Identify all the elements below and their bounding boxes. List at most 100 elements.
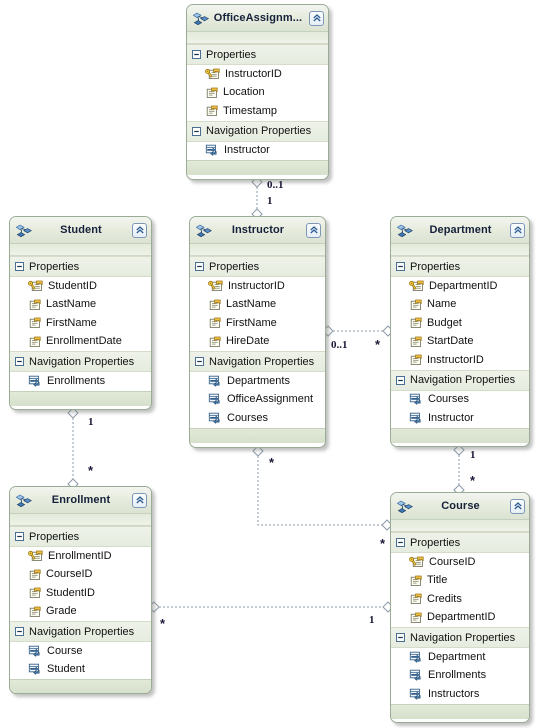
entity-header-course[interactable]: Course bbox=[391, 493, 529, 520]
property-name: LastName bbox=[46, 298, 97, 311]
properties-section-header[interactable]: Properties bbox=[10, 526, 151, 547]
entity-header-spacer bbox=[10, 514, 151, 526]
collapse-button[interactable] bbox=[132, 222, 147, 238]
navigation-property-row[interactable]: OfficeAssignment bbox=[190, 390, 325, 409]
property-row[interactable]: Budget bbox=[391, 314, 529, 333]
property-row[interactable]: Location bbox=[187, 83, 328, 102]
navigation-property-name: Instructors bbox=[428, 687, 480, 700]
properties-section-header[interactable]: Properties bbox=[10, 256, 151, 277]
section-label: Navigation Properties bbox=[209, 355, 315, 368]
property-row[interactable]: Grade bbox=[10, 602, 151, 621]
property-row[interactable]: HireDate bbox=[190, 332, 325, 351]
navigation-property-name: Enrollments bbox=[47, 374, 106, 387]
property-row[interactable]: InstructorID bbox=[187, 65, 328, 84]
navigation-property-icon bbox=[208, 375, 222, 388]
navigation-property-row[interactable]: Instructors bbox=[391, 685, 529, 704]
entity-header-spacer bbox=[391, 244, 529, 256]
minus-box-icon bbox=[396, 262, 405, 271]
property-row[interactable]: InstructorID bbox=[190, 277, 325, 296]
navigation-property-row[interactable]: Courses bbox=[190, 409, 325, 428]
collapse-button[interactable] bbox=[309, 10, 324, 26]
property-name: Location bbox=[223, 86, 265, 99]
entity-icon bbox=[15, 493, 33, 508]
navigation-property-row[interactable]: Courses bbox=[391, 390, 529, 409]
property-row[interactable]: LastName bbox=[10, 295, 151, 314]
property-row[interactable]: FirstName bbox=[10, 314, 151, 333]
entity-box-enrollment[interactable]: Enrollment Properties EnrollmentID CourseID… bbox=[9, 486, 152, 694]
property-row[interactable]: CourseID bbox=[391, 553, 529, 572]
collapse-button[interactable] bbox=[510, 498, 525, 514]
navigation-property-row[interactable]: Student bbox=[10, 660, 151, 679]
entity-header-instructor[interactable]: Instructor bbox=[190, 217, 325, 244]
property-row[interactable]: StudentID bbox=[10, 584, 151, 603]
scalar-property-icon bbox=[208, 336, 221, 348]
entity-box-student[interactable]: Student Properties StudentID LastName FirstN… bbox=[9, 216, 152, 410]
property-name: FirstName bbox=[46, 316, 97, 329]
entity-box-office-assignment[interactable]: OfficeAssignm... Properties InstructorID Lo… bbox=[186, 4, 329, 180]
entity-header-department[interactable]: Department bbox=[391, 217, 529, 244]
property-row[interactable]: EnrollmentID bbox=[10, 547, 151, 566]
navigation-property-row[interactable]: Department bbox=[391, 648, 529, 667]
navigation-properties-section-header[interactable]: Navigation Properties bbox=[391, 627, 529, 648]
property-name: Timestamp bbox=[223, 104, 277, 117]
collapse-button[interactable] bbox=[132, 492, 147, 508]
property-row[interactable]: CourseID bbox=[10, 565, 151, 584]
navigation-property-row[interactable]: Instructor bbox=[391, 409, 529, 428]
section-label: Properties bbox=[29, 530, 80, 543]
property-row[interactable]: InstructorID bbox=[391, 351, 529, 370]
navigation-properties-section-header[interactable]: Navigation Properties bbox=[190, 351, 325, 372]
property-row[interactable]: FirstName bbox=[190, 314, 325, 333]
property-name: CourseID bbox=[46, 568, 93, 581]
properties-section-header[interactable]: Properties bbox=[391, 256, 529, 277]
multiplicity-label-enrollment-course-from: * bbox=[160, 616, 166, 631]
property-row[interactable]: LastName bbox=[190, 295, 325, 314]
property-name: EnrollmentDate bbox=[46, 335, 122, 348]
collapse-button[interactable] bbox=[510, 222, 525, 238]
minus-box-icon bbox=[195, 262, 204, 271]
property-name: EnrollmentID bbox=[48, 549, 112, 562]
navigation-property-icon bbox=[208, 412, 222, 425]
property-row[interactable]: Title bbox=[391, 571, 529, 590]
minus-box-icon bbox=[15, 262, 24, 271]
property-row[interactable]: Timestamp bbox=[187, 102, 328, 121]
entity-box-instructor[interactable]: Instructor Properties InstructorID LastName… bbox=[189, 216, 326, 448]
diagram-canvas[interactable]: OfficeAssignm... Properties InstructorID Lo… bbox=[0, 0, 537, 728]
entity-header-office-assignment[interactable]: OfficeAssignm... bbox=[187, 5, 328, 32]
multiplicity-label-instructor-course-from: * bbox=[269, 455, 275, 470]
navigation-properties-section-header[interactable]: Navigation Properties bbox=[391, 369, 529, 391]
property-row[interactable]: DepartmentID bbox=[391, 277, 529, 296]
navigation-property-row[interactable]: Departments bbox=[190, 372, 325, 391]
properties-section-header[interactable]: Properties bbox=[187, 44, 328, 65]
scalar-property-icon bbox=[28, 317, 41, 329]
section-label: Properties bbox=[29, 260, 80, 273]
navigation-property-row[interactable]: Enrollments bbox=[10, 372, 151, 391]
property-row[interactable]: DepartmentID bbox=[391, 608, 529, 627]
entity-header-student[interactable]: Student bbox=[10, 217, 151, 244]
property-row[interactable]: StudentID bbox=[10, 277, 151, 296]
entity-box-course[interactable]: Course Properties CourseID Title Credits Depa… bbox=[390, 492, 530, 723]
properties-section-header[interactable]: Properties bbox=[391, 532, 529, 553]
navigation-property-name: Instructor bbox=[224, 144, 270, 157]
navigation-properties-section-header[interactable]: Navigation Properties bbox=[10, 351, 151, 372]
navigation-property-row[interactable]: Instructor bbox=[187, 141, 328, 160]
collapse-button[interactable] bbox=[306, 222, 321, 238]
entity-header-enrollment[interactable]: Enrollment bbox=[10, 487, 151, 514]
navigation-property-row[interactable]: Enrollments bbox=[391, 666, 529, 685]
property-row[interactable]: Credits bbox=[391, 590, 529, 609]
property-row[interactable]: StartDate bbox=[391, 332, 529, 351]
minus-box-icon bbox=[192, 126, 201, 136]
property-row[interactable]: Name bbox=[391, 295, 529, 314]
navigation-property-name: OfficeAssignment bbox=[227, 393, 314, 406]
property-row[interactable]: EnrollmentDate bbox=[10, 332, 151, 351]
section-label: Properties bbox=[209, 260, 260, 273]
chevron-up-icon bbox=[513, 225, 523, 235]
navigation-property-row[interactable]: Course bbox=[10, 642, 151, 661]
navigation-properties-section-header[interactable]: Navigation Properties bbox=[10, 621, 151, 642]
properties-section-header[interactable]: Properties bbox=[190, 256, 325, 277]
multiplicity-label-student-enrollment-to: * bbox=[88, 463, 94, 478]
scalar-property-icon bbox=[409, 575, 422, 587]
entity-box-department[interactable]: Department Properties DepartmentID Name Budg… bbox=[390, 216, 530, 447]
key-property-icon bbox=[28, 280, 43, 292]
navigation-properties-section-header[interactable]: Navigation Properties bbox=[187, 120, 328, 142]
multiplicity-label-office-assignment-instructor-to: 1 bbox=[267, 195, 273, 207]
